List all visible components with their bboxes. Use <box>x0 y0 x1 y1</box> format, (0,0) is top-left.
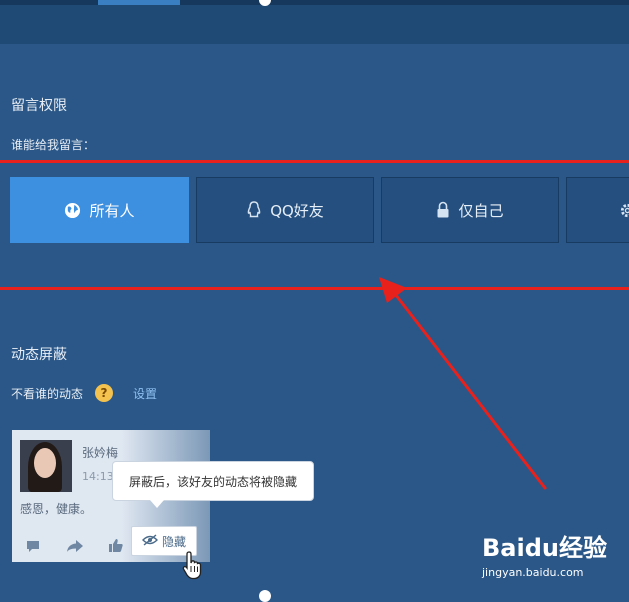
baidu-logo: Baidu经验 <box>482 534 607 562</box>
baidu-watermark: Baidu经验 jingyan.baidu.com <box>476 528 626 588</box>
baidu-url: jingyan.baidu.com <box>482 566 584 579</box>
scroll-handle-bottom[interactable] <box>259 590 271 602</box>
red-arrow-annotation <box>379 277 547 490</box>
